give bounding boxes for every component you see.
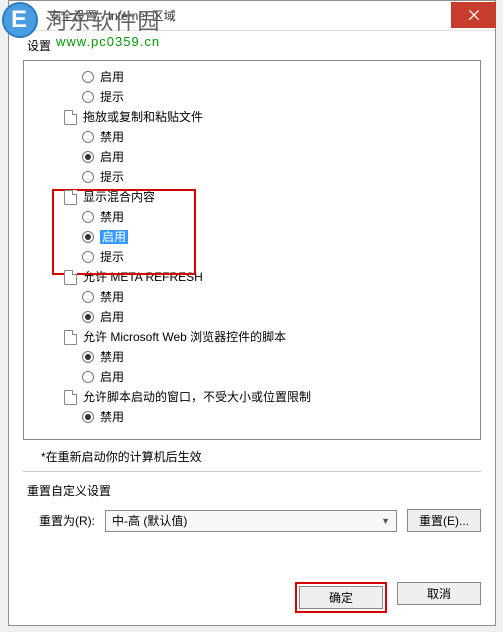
radio-icon bbox=[82, 411, 94, 423]
tree-radio-option[interactable]: 提示 bbox=[28, 167, 476, 187]
page-icon bbox=[64, 190, 77, 205]
dialog-window: 安全设置 - Internet 区域 设置 启用提示拖放或复制和粘贴文件禁用启用… bbox=[8, 0, 496, 626]
tree-option-label: 提示 bbox=[100, 250, 124, 264]
tree-option-label: 提示 bbox=[100, 90, 124, 104]
radio-icon bbox=[82, 211, 94, 223]
radio-icon bbox=[82, 251, 94, 263]
tree-option-label: 启用 bbox=[100, 370, 124, 384]
divider bbox=[23, 471, 481, 472]
highlight-annotation-ok: 确定 bbox=[295, 582, 387, 613]
reset-row: 重置为(R): 中-高 (默认值) ▼ 重置(E)... bbox=[23, 509, 481, 532]
radio-icon bbox=[82, 171, 94, 183]
tree-option-label: 启用 bbox=[100, 310, 124, 324]
tree-category: 显示混合内容 bbox=[28, 187, 476, 207]
tree-category-label: 拖放或复制和粘贴文件 bbox=[83, 107, 203, 127]
page-icon bbox=[64, 270, 77, 285]
tree-option-label: 禁用 bbox=[100, 410, 124, 424]
reset-section-label: 重置自定义设置 bbox=[27, 482, 481, 499]
radio-icon bbox=[82, 151, 94, 163]
radio-icon bbox=[82, 311, 94, 323]
dialog-footer: 确定 取消 bbox=[295, 582, 481, 613]
radio-icon bbox=[82, 351, 94, 363]
restart-note: *在重新启动你的计算机后生效 bbox=[41, 448, 481, 465]
radio-icon bbox=[82, 291, 94, 303]
tree-radio-option[interactable]: 禁用 bbox=[28, 207, 476, 227]
radio-icon bbox=[82, 131, 94, 143]
tree-option-label: 禁用 bbox=[100, 290, 124, 304]
reset-to-label: 重置为(R): bbox=[39, 512, 95, 529]
tree-category-label: 允许 Microsoft Web 浏览器控件的脚本 bbox=[83, 327, 286, 347]
close-icon bbox=[469, 10, 479, 20]
chevron-down-icon: ▼ bbox=[381, 516, 390, 526]
content-area: 设置 启用提示拖放或复制和粘贴文件禁用启用提示显示混合内容禁用启用提示允许 ME… bbox=[9, 31, 495, 544]
reset-level-dropdown[interactable]: 中-高 (默认值) ▼ bbox=[105, 510, 397, 532]
radio-icon bbox=[82, 231, 94, 243]
dropdown-value: 中-高 (默认值) bbox=[112, 512, 187, 529]
tree-radio-option[interactable]: 启用 bbox=[28, 367, 476, 387]
radio-icon bbox=[82, 71, 94, 83]
ok-button[interactable]: 确定 bbox=[299, 586, 383, 609]
page-icon bbox=[64, 390, 77, 405]
page-icon bbox=[64, 110, 77, 125]
settings-label: 设置 bbox=[27, 37, 481, 54]
tree-option-label: 禁用 bbox=[100, 210, 124, 224]
reset-button[interactable]: 重置(E)... bbox=[407, 509, 481, 532]
tree-category-label: 允许 META REFRESH bbox=[83, 267, 203, 287]
tree-radio-option[interactable]: 启用 bbox=[28, 67, 476, 87]
tree-option-label: 启用 bbox=[100, 150, 124, 164]
close-button[interactable] bbox=[451, 2, 496, 28]
tree-option-label: 禁用 bbox=[100, 130, 124, 144]
tree-category: 允许脚本启动的窗口，不受大小或位置限制 bbox=[28, 387, 476, 407]
cancel-button[interactable]: 取消 bbox=[397, 582, 481, 605]
tree-radio-option[interactable]: 禁用 bbox=[28, 407, 476, 427]
tree-option-label: 提示 bbox=[100, 170, 124, 184]
tree-category-label: 显示混合内容 bbox=[83, 187, 155, 207]
radio-icon bbox=[82, 91, 94, 103]
tree-radio-option[interactable]: 禁用 bbox=[28, 287, 476, 307]
tree-radio-option[interactable]: 启用 bbox=[28, 147, 476, 167]
tree-category: 允许 Microsoft Web 浏览器控件的脚本 bbox=[28, 327, 476, 347]
tree-category: 允许 META REFRESH bbox=[28, 267, 476, 287]
tree-radio-option[interactable]: 启用 bbox=[28, 307, 476, 327]
window-title: 安全设置 - Internet 区域 bbox=[49, 7, 176, 24]
tree-category-label: 允许脚本启动的窗口，不受大小或位置限制 bbox=[83, 387, 311, 407]
tree-radio-option[interactable]: 禁用 bbox=[28, 347, 476, 367]
radio-icon bbox=[82, 371, 94, 383]
tree-option-label: 启用 bbox=[100, 230, 128, 244]
tree-option-label: 禁用 bbox=[100, 350, 124, 364]
tree-radio-option[interactable]: 禁用 bbox=[28, 127, 476, 147]
titlebar: 安全设置 - Internet 区域 bbox=[9, 1, 495, 31]
tree-radio-option[interactable]: 提示 bbox=[28, 247, 476, 267]
tree-radio-option[interactable]: 启用 bbox=[28, 227, 476, 247]
settings-tree[interactable]: 启用提示拖放或复制和粘贴文件禁用启用提示显示混合内容禁用启用提示允许 META … bbox=[23, 60, 481, 440]
page-icon bbox=[64, 330, 77, 345]
tree-category: 拖放或复制和粘贴文件 bbox=[28, 107, 476, 127]
tree-radio-option[interactable]: 提示 bbox=[28, 87, 476, 107]
tree-option-label: 启用 bbox=[100, 70, 124, 84]
